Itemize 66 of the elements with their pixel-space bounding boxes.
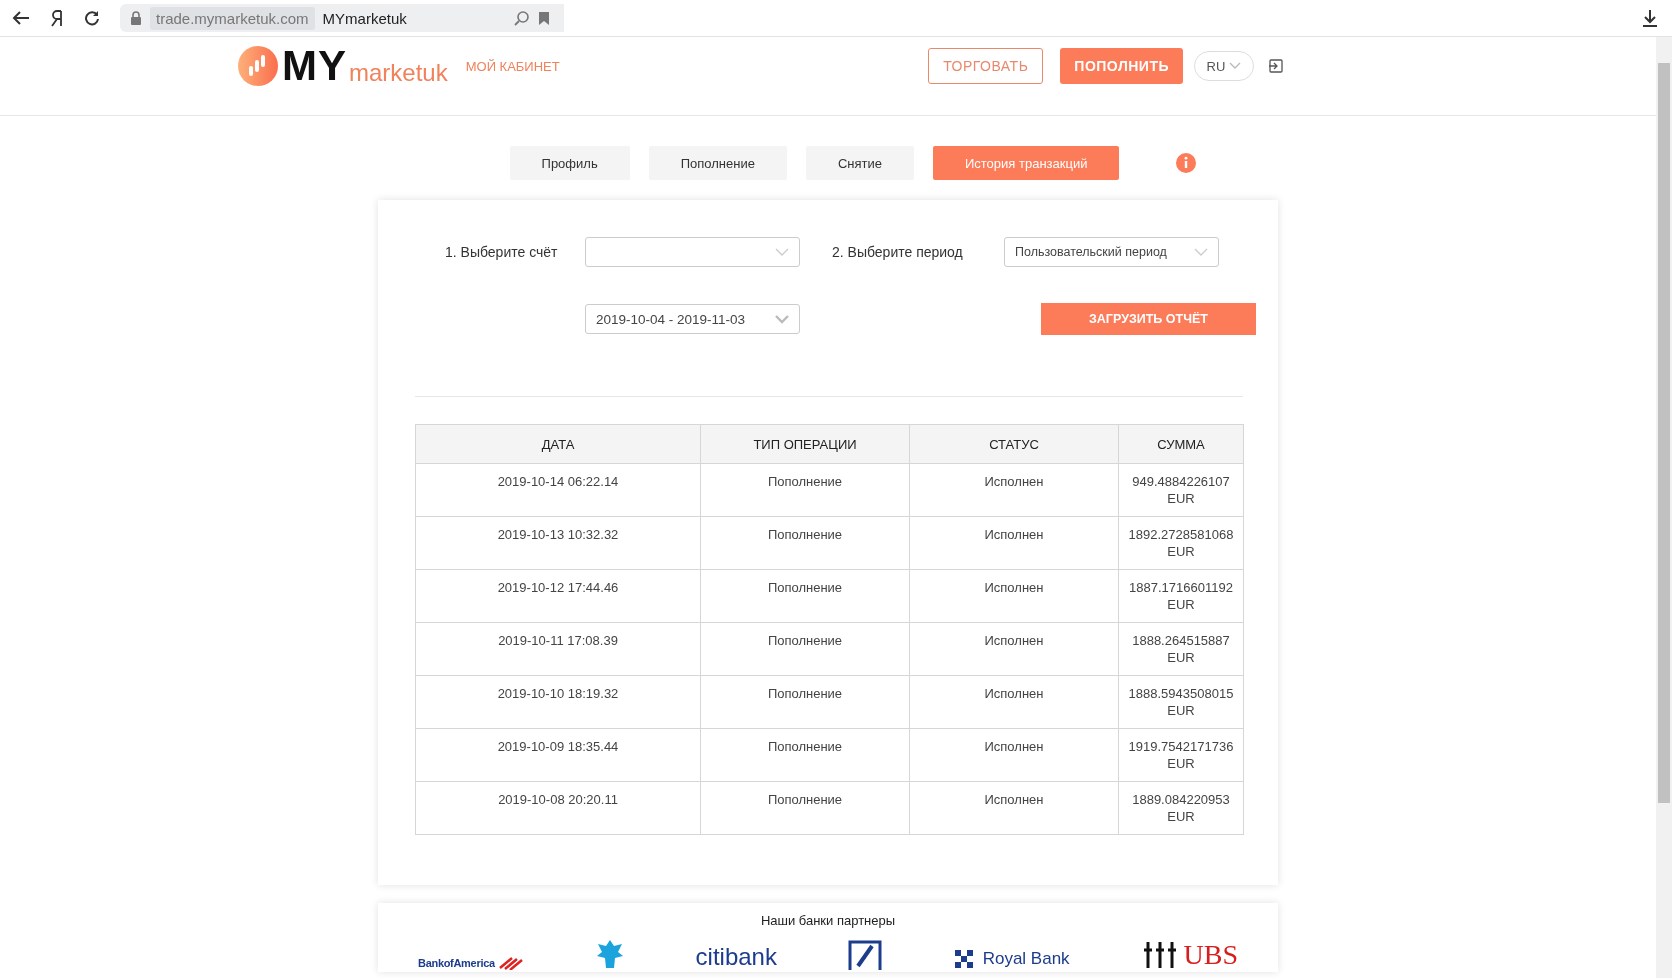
logo-name: marketuk [349, 59, 448, 87]
table-cell: Пополнение [700, 569, 910, 623]
column-header: СТАТУС [909, 424, 1119, 464]
tab[interactable]: Снятие [805, 146, 914, 180]
logo-wordmark: MY [282, 45, 347, 87]
url-text: trade.mymarketuk.com [150, 6, 315, 30]
table-cell: Пополнение [700, 516, 910, 570]
bank-logo: citibank [695, 944, 777, 970]
table-cell: Пополнение [700, 622, 910, 676]
table-cell: 2019-10-11 17:08.39 [415, 622, 701, 676]
square-logo-icon [847, 940, 882, 970]
chevron-icon [1194, 248, 1208, 256]
period-select[interactable]: Пользовательский период [1004, 237, 1219, 267]
table-cell: Исполнен [909, 463, 1119, 517]
column-header: СУММА [1118, 424, 1244, 464]
table-cell: Исполнен [909, 781, 1119, 835]
chevron-icon [775, 248, 789, 256]
table-cell: Исполнен [909, 728, 1119, 782]
scrollbar[interactable] [1656, 37, 1672, 978]
table-cell: 2019-10-10 18:19.32 [415, 675, 701, 729]
table-cell: Исполнен [909, 516, 1119, 570]
language-select[interactable]: RU [1194, 51, 1254, 81]
search-icon[interactable] [514, 10, 530, 26]
account-label: 1. Выберите счёт [444, 244, 559, 260]
lock-icon [130, 11, 142, 25]
table-cell: Пополнение [700, 728, 910, 782]
table-cell: 2019-10-13 10:32.32 [415, 516, 701, 570]
logo-icon[interactable] [238, 46, 278, 86]
column-header: ТИП ОПЕРАЦИИ [700, 424, 910, 464]
table-cell: 1919.7542171736 EUR [1118, 728, 1244, 782]
table-cell: Пополнение [700, 675, 910, 729]
table-cell: 2019-10-08 20:20.11 [415, 781, 701, 835]
table-cell: 2019-10-12 17:44.46 [415, 569, 701, 623]
reload-icon[interactable] [84, 10, 100, 26]
table-cell: Пополнение [700, 781, 910, 835]
table-cell: 1888.264515887 EUR [1118, 622, 1244, 676]
table-cell: 1888.5943508015 EUR [1118, 675, 1244, 729]
chevron-icon [775, 314, 789, 324]
info-icon[interactable] [1176, 153, 1197, 173]
table-cell: Исполнен [909, 622, 1119, 676]
column-header: ДАТА [415, 424, 701, 464]
browser-logo-icon[interactable] [50, 9, 64, 27]
download-icon[interactable] [1642, 9, 1658, 27]
period-label: 2. Выберите период [832, 244, 964, 260]
address-bar[interactable]: trade.mymarketuk.com MYmarketuk [120, 4, 564, 32]
tab[interactable]: Профиль [509, 146, 630, 180]
table-cell: 1889.084220953 EUR [1118, 781, 1244, 835]
table-cell: Исполнен [909, 569, 1119, 623]
table-cell: 1892.2728581068 EUR [1118, 516, 1244, 570]
bank-logo: Royal Bank [952, 948, 1070, 970]
back-arrow-icon[interactable] [12, 10, 30, 26]
date-range-select[interactable]: 2019-10-04 - 2019-11-03 [585, 304, 800, 334]
tab[interactable]: Пополнение [648, 146, 787, 180]
table-cell: 949.4884226107 EUR [1118, 463, 1244, 517]
table-cell: Исполнен [909, 675, 1119, 729]
bookmark-icon[interactable] [538, 10, 550, 26]
table-cell: 1887.1716601192 EUR [1118, 569, 1244, 623]
table-cell: 2019-10-09 18:35.44 [415, 728, 701, 782]
page-title: MYmarketuk [322, 9, 408, 27]
partners-title: Наши банки партнеры [759, 913, 897, 928]
table-cell: 2019-10-14 06:22.14 [415, 463, 701, 517]
bank-logo: UBS [1140, 940, 1238, 970]
chevron-icon [1229, 62, 1242, 70]
table-cell: Пополнение [700, 463, 910, 517]
logout-icon[interactable] [1269, 59, 1283, 73]
bank-logo: BankofAmerica [418, 956, 524, 970]
